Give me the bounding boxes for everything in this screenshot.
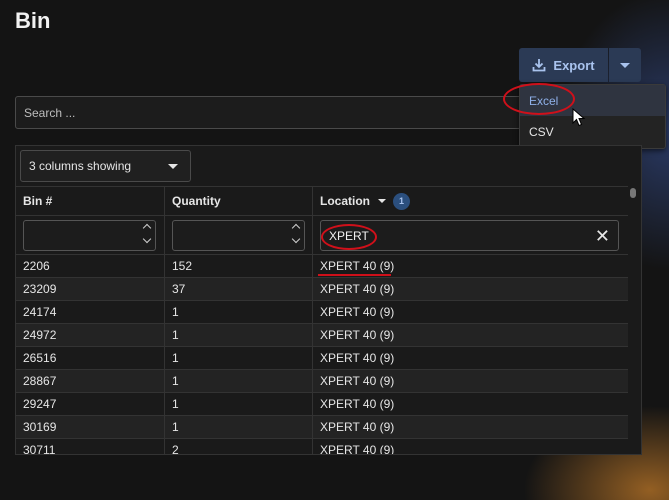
cell-location: XPERT 40 (9) <box>320 282 395 296</box>
table-row[interactable]: 29247 1 XPERT 40 (9) <box>16 392 628 415</box>
annotation-circle-excel <box>503 83 575 115</box>
number-stepper[interactable] <box>291 223 301 244</box>
bin-filter-input[interactable] <box>23 220 156 251</box>
cell-location: XPERT 40 (9) <box>320 443 395 455</box>
column-header-label: Quantity <box>172 194 221 208</box>
chevron-down-icon <box>620 62 630 68</box>
location-filter-input[interactable]: XPERT ✕ <box>320 220 619 251</box>
table-body: 2206 152 XPERT 40 (9) 23209 37 XPERT 40 (9) 24… <box>16 254 628 455</box>
filter-count-badge: 1 <box>393 192 410 210</box>
cell-location: XPERT 40 (9) <box>320 420 395 434</box>
sort-caret-icon <box>378 199 386 203</box>
number-stepper[interactable] <box>142 223 152 244</box>
mouse-cursor-icon <box>572 108 586 127</box>
cell-bin: 28867 <box>16 370 165 392</box>
table-panel: 3 columns showing Bin # Quantity Locatio… <box>15 145 642 455</box>
table-row[interactable]: 30169 1 XPERT 40 (9) <box>16 415 628 438</box>
scrollbar[interactable] <box>630 188 636 198</box>
download-icon <box>533 59 546 72</box>
annotation-underline <box>318 274 391 276</box>
cell-bin: 30711 <box>16 439 165 454</box>
export-dropdown-toggle[interactable] <box>609 48 641 82</box>
cell-location: XPERT 40 (9) <box>320 328 395 342</box>
cell-location: XPERT 40 (9) <box>320 374 395 388</box>
filter-cell-quantity <box>165 216 313 254</box>
cell-bin: 23209 <box>16 278 165 300</box>
export-label: Export <box>553 57 595 73</box>
quantity-filter-input[interactable] <box>172 220 305 251</box>
cell-quantity: 1 <box>165 347 313 369</box>
cell-bin: 24174 <box>16 301 165 323</box>
cell-quantity: 152 <box>165 255 313 277</box>
table-row[interactable]: 24174 1 XPERT 40 (9) <box>16 300 628 323</box>
filter-row: XPERT ✕ <box>16 215 628 254</box>
export-button[interactable]: Export <box>519 48 608 82</box>
table-row[interactable]: 2206 152 XPERT 40 (9) <box>16 254 628 277</box>
cell-quantity: 1 <box>165 301 313 323</box>
cell-quantity: 37 <box>165 278 313 300</box>
cell-quantity: 2 <box>165 439 313 454</box>
column-header-label: Bin # <box>23 194 53 208</box>
table-row[interactable]: 28867 1 XPERT 40 (9) <box>16 369 628 392</box>
table-row[interactable]: 26516 1 XPERT 40 (9) <box>16 346 628 369</box>
cell-bin: 2206 <box>16 255 165 277</box>
cell-quantity: 1 <box>165 416 313 438</box>
column-header-quantity[interactable]: Quantity <box>165 187 313 215</box>
cell-bin: 24972 <box>16 324 165 346</box>
table-header: Bin # Quantity Location 1 <box>16 186 628 215</box>
data-table: Bin # Quantity Location 1 XPERT ✕ 2206 1… <box>16 186 628 455</box>
columns-select[interactable]: 3 columns showing <box>20 150 191 182</box>
cell-location: XPERT 40 (9) <box>320 397 395 411</box>
chevron-down-icon <box>168 163 178 169</box>
cell-location: XPERT 40 (9) <box>320 305 395 319</box>
search-input[interactable] <box>15 96 525 129</box>
table-row[interactable]: 30711 2 XPERT 40 (9) <box>16 438 628 455</box>
column-header-location[interactable]: Location 1 <box>313 187 628 215</box>
column-header-label: Location <box>320 194 370 208</box>
cell-location: XPERT 40 (9) <box>320 351 395 365</box>
cell-quantity: 1 <box>165 370 313 392</box>
export-menu-item-csv[interactable]: CSV <box>520 116 665 147</box>
cell-quantity: 1 <box>165 324 313 346</box>
annotation-circle-xpert <box>321 224 377 250</box>
filter-cell-bin <box>16 216 165 254</box>
table-row[interactable]: 23209 37 XPERT 40 (9) <box>16 277 628 300</box>
page-title: Bin <box>15 8 51 33</box>
cell-quantity: 1 <box>165 393 313 415</box>
columns-select-label: 3 columns showing <box>29 159 132 173</box>
cell-location: XPERT 40 (9) <box>313 255 628 277</box>
close-icon[interactable]: ✕ <box>595 227 610 245</box>
filter-cell-location: XPERT ✕ <box>313 216 628 254</box>
table-row[interactable]: 24972 1 XPERT 40 (9) <box>16 323 628 346</box>
cell-bin: 26516 <box>16 347 165 369</box>
column-header-bin[interactable]: Bin # <box>16 187 165 215</box>
cell-bin: 30169 <box>16 416 165 438</box>
cell-bin: 29247 <box>16 393 165 415</box>
